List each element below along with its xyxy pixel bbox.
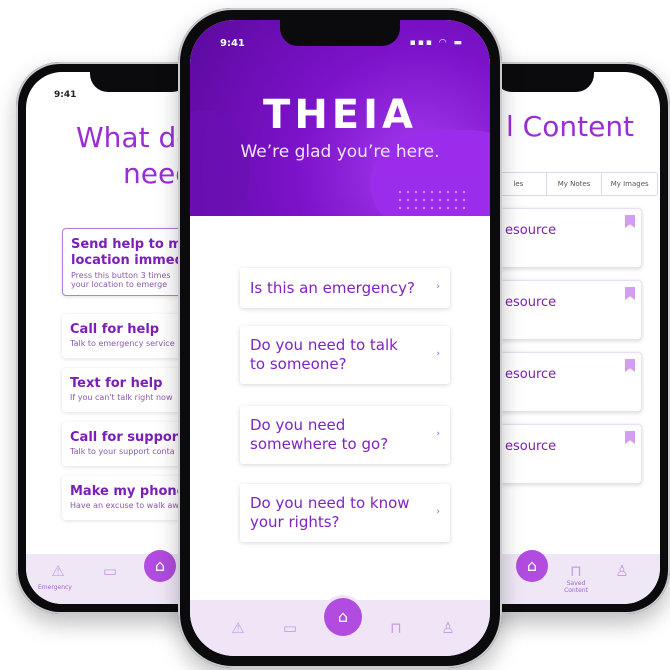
emergency-question-button[interactable]: Is this an emergency? › <box>240 268 450 308</box>
tab-my-images[interactable]: My Images <box>601 173 657 195</box>
content-tabs: les My Notes My Images <box>490 172 658 196</box>
resource-title: esource <box>505 295 557 310</box>
question-text: Do you need to know your rights? <box>250 494 410 532</box>
home-button[interactable]: ⌂ <box>324 598 362 636</box>
question-text: Do you need somewhere to go? <box>250 416 388 454</box>
page-title: What do need <box>76 120 193 192</box>
resource-title: esource <box>505 439 557 454</box>
notch <box>90 72 190 92</box>
center-phone-screen: 9:41 ▪▪▪ ◠ ▬ THEIA We’re glad you’re her… <box>190 20 490 656</box>
home-icon: ⌂ <box>154 556 166 575</box>
bookmark-icon[interactable]: ⊓ <box>566 564 586 579</box>
home-icon: ⌂ <box>337 607 349 626</box>
notch <box>494 72 594 92</box>
laptop-icon[interactable]: ▭ <box>280 621 300 636</box>
profile-icon[interactable]: ♙ <box>612 564 632 579</box>
profile-icon[interactable]: ♙ <box>438 621 458 636</box>
emergency-icon[interactable]: ⚠ <box>48 564 68 579</box>
talk-to-someone-button[interactable]: Do you need to talk to someone? › <box>240 326 450 384</box>
status-icons: ▪▪▪ ◠ ▬ <box>409 38 464 48</box>
resource-card[interactable]: esource <box>500 280 642 340</box>
bookmark-icon[interactable]: ⊓ <box>386 621 406 636</box>
status-time: 9:41 <box>54 90 77 100</box>
bookmark-icon[interactable] <box>625 431 635 444</box>
header-banner: 9:41 ▪▪▪ ◠ ▬ THEIA We’re glad you’re her… <box>190 20 490 216</box>
chevron-right-icon: › <box>436 429 440 439</box>
resource-title: esource <box>505 223 557 238</box>
somewhere-to-go-button[interactable]: Do you need somewhere to go? › <box>240 406 450 464</box>
status-time: 9:41 <box>220 38 245 49</box>
know-your-rights-button[interactable]: Do you need to know your rights? › <box>240 484 450 542</box>
tab-emergency-label: Emergency <box>38 584 72 591</box>
saved-label-line-2: Content <box>564 587 588 594</box>
chevron-right-icon: › <box>436 282 440 292</box>
bookmark-icon[interactable] <box>625 359 635 372</box>
bookmark-icon[interactable] <box>625 215 635 228</box>
home-button[interactable]: ⌂ <box>516 550 548 582</box>
question-line-2: your rights? <box>250 513 340 531</box>
laptop-icon[interactable]: ▭ <box>100 564 120 579</box>
bookmark-icon[interactable] <box>625 287 635 300</box>
question-text: Is this an emergency? <box>250 278 415 297</box>
saved-label-line-1: Saved <box>566 580 586 587</box>
emergency-icon[interactable]: ⚠ <box>228 621 248 636</box>
tab-my-notes[interactable]: My Notes <box>545 173 602 195</box>
question-line-1: Do you need to know <box>250 494 410 512</box>
chevron-right-icon: › <box>436 507 440 517</box>
home-icon: ⌂ <box>526 556 538 575</box>
question-line-1: Do you need to talk <box>250 336 398 354</box>
title-line-1: What do <box>76 121 194 154</box>
tab-saved-content-label: Saved Content <box>560 580 592 594</box>
tagline: We’re glad you’re here. <box>240 142 440 162</box>
chevron-right-icon: › <box>436 349 440 359</box>
question-line-2: somewhere to go? <box>250 435 389 453</box>
center-phone: 9:41 ▪▪▪ ◠ ▬ THEIA We’re glad you’re her… <box>178 8 502 668</box>
notch <box>280 20 400 46</box>
resource-card[interactable]: esource <box>500 352 642 412</box>
dot-pattern <box>396 188 468 212</box>
page-title: l Content <box>506 110 635 143</box>
resource-card[interactable]: esource <box>500 424 642 484</box>
title-line-2: need <box>123 157 193 190</box>
app-logo: THEIA <box>263 92 417 138</box>
question-line-2: to someone? <box>250 355 347 373</box>
question-text: Do you need to talk to someone? <box>250 336 398 374</box>
home-button[interactable]: ⌂ <box>144 550 176 582</box>
question-line-1: Do you need <box>250 416 346 434</box>
resource-title: esource <box>505 367 557 382</box>
resource-card[interactable]: esource <box>500 208 642 268</box>
